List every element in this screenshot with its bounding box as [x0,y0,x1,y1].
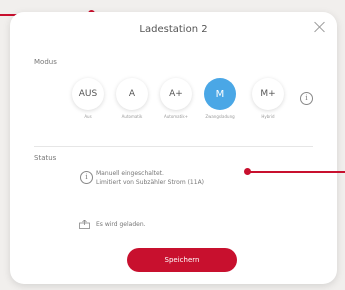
mode-a-button[interactable]: A [116,78,148,110]
charging-icon [79,220,90,229]
mode-m-button[interactable]: M [204,78,236,110]
mode-m-plus[interactable]: M+ Hybrid [248,78,288,119]
info-icon: i [80,171,93,184]
mode-m[interactable]: M Zwangsladung [200,78,240,119]
dialog-title: Ladestation 2 [139,24,208,35]
mode-aus-button[interactable]: AUS [72,78,104,110]
status-message: Manuell eingeschaltet. Limitiert von Sub… [96,169,204,187]
annotation-line [249,171,345,173]
modus-label: Modus [34,58,57,66]
info-icon[interactable]: i [300,92,313,105]
mode-a-plus-button[interactable]: A+ [160,78,192,110]
mode-m-plus-button[interactable]: M+ [252,78,284,110]
status-line-2: Limitiert von Subzähler Strom (11A) [96,179,205,186]
mode-aus[interactable]: AUS Aus [68,78,108,119]
mode-a-caption: Automatik [121,114,143,119]
mode-a[interactable]: A Automatik [112,78,152,119]
mode-a-plus[interactable]: A+ Automatik+ [156,78,196,119]
save-button[interactable]: Speichern [127,248,237,272]
mode-m-caption: Zwangsladung [205,114,235,119]
annotation-dot [244,168,251,175]
mode-aus-caption: Aus [84,114,92,119]
close-icon[interactable] [313,20,327,34]
dialog: Ladestation 2 Modus AUS Aus A Automatik … [10,12,337,284]
mode-a-plus-caption: Automatik+ [164,114,188,119]
charging-status: Es wird geladen. [96,221,146,228]
mode-selector: AUS Aus A Automatik A+ Automatik+ M Zwan… [68,78,308,128]
status-label: Status [34,154,57,162]
divider [34,146,313,147]
mode-m-plus-caption: Hybrid [261,114,275,119]
status-line-1: Manuell eingeschaltet. [96,170,164,177]
